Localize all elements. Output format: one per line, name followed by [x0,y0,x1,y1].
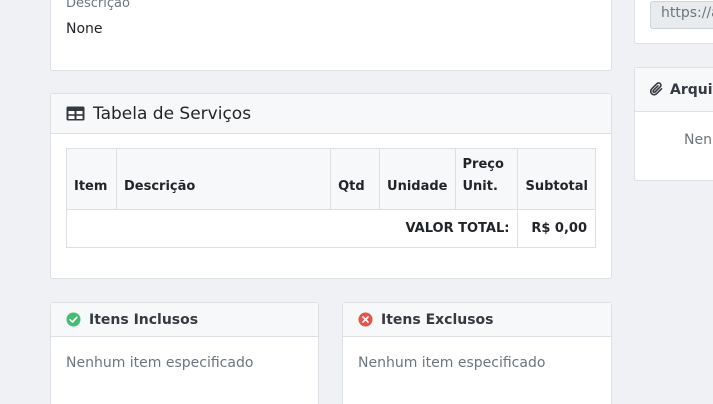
services-card-header: Tabela de Serviços [51,94,611,134]
column-header-description: Descrição [115,148,332,210]
attachments-card: Arquiv Nenh [634,67,713,181]
x-circle-icon [358,312,373,327]
total-label: VALOR TOTAL: [65,209,519,248]
table-header-row: Item Descrição Qtd Unidade Preço Unit. S… [66,148,596,210]
included-items-title: Itens Inclusos [89,311,199,328]
description-label: Descrição [66,0,130,11]
column-header-subtotal: Subtotal [517,148,596,210]
included-items-card: Itens Inclusos Nenhum item especificado [50,302,319,404]
excluded-items-header: Itens Exclusos [343,303,611,337]
column-header-unit-price: Preço Unit. [454,148,519,210]
services-card: Tabela de Serviços Item Descrição Qtd Un… [50,93,612,279]
services-table: Item Descrição Qtd Unidade Preço Unit. S… [65,148,596,248]
attachments-card-title: Arquiv [670,81,713,98]
total-value: R$ 0,00 [517,209,596,248]
table-total-row: VALOR TOTAL: R$ 0,00 [65,209,596,248]
link-card: https://a [634,0,713,44]
table-icon [66,106,85,121]
column-header-item: Item [66,148,117,210]
excluded-items-card: Itens Exclusos Nenhum item especificado [342,302,612,404]
link-field[interactable]: https://a [650,1,713,29]
services-card-title: Tabela de Serviços [93,103,252,124]
check-circle-icon [66,312,81,327]
column-header-unit: Unidade [379,148,456,210]
excluded-items-empty-text: Nenhum item especificado [358,355,546,371]
attachments-card-header: Arquiv [635,68,713,112]
paperclip-icon [649,82,664,97]
description-value: None [66,21,103,37]
attachments-empty-text: Nenh [684,132,713,148]
included-items-header: Itens Inclusos [51,303,318,337]
column-header-quantity: Qtd [330,148,381,210]
description-card: Descrição None [50,0,612,71]
included-items-empty-text: Nenhum item especificado [66,355,254,371]
excluded-items-title: Itens Exclusos [381,311,494,328]
